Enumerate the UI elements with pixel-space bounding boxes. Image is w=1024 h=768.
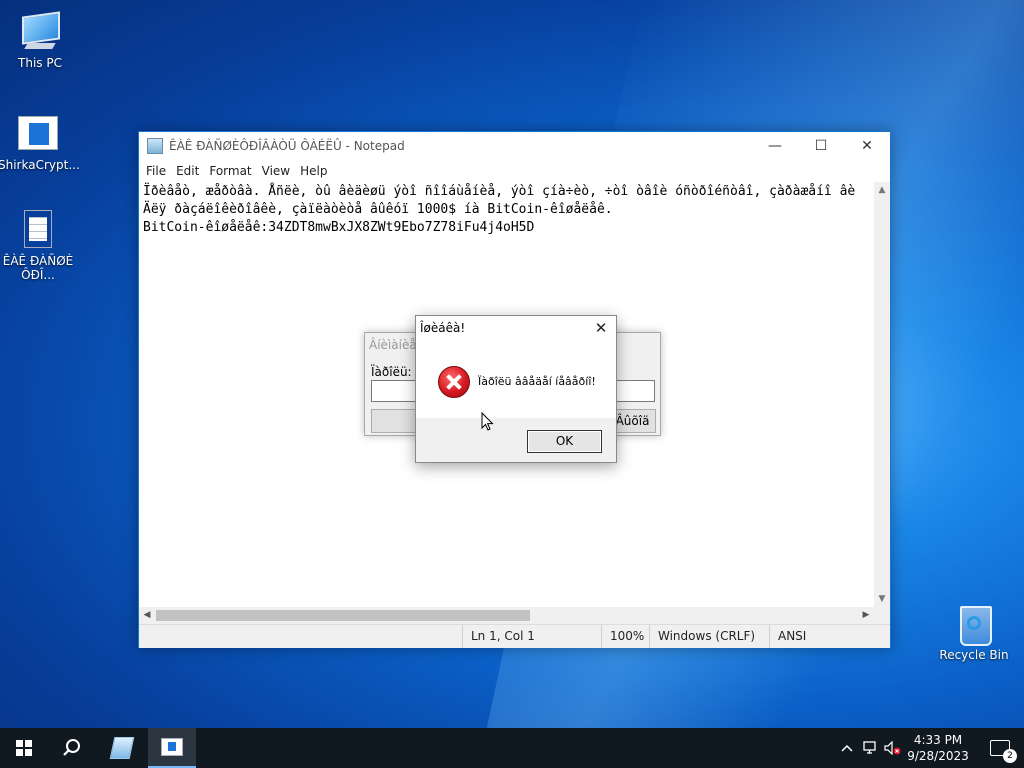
scroll-left-icon[interactable]: ◀	[139, 607, 155, 624]
password-label: Ïàðîëü:	[371, 365, 412, 379]
notification-icon: 2	[990, 740, 1017, 763]
windows-logo-icon	[16, 740, 32, 756]
window-title: ÊÀÊ ÐÀÑØÈÔÐÎÂÀÒÜ ÔÀÉËÛ - Notepad	[169, 139, 405, 153]
text-document-icon	[16, 208, 60, 252]
error-dialog-title: Îøèáêà!	[420, 321, 466, 335]
close-button[interactable]: ✕	[844, 132, 890, 160]
status-zoom: 100%	[601, 625, 651, 648]
computer-icon	[18, 10, 62, 54]
menu-view[interactable]: View	[257, 164, 295, 178]
dialog-title: Âíèìàíèå!	[369, 338, 422, 352]
notepad-icon	[109, 737, 135, 759]
application-icon	[16, 112, 60, 156]
network-status[interactable]	[860, 728, 882, 768]
recycle-bin-icon	[952, 602, 996, 646]
scroll-corner	[874, 607, 890, 624]
notification-count: 2	[1003, 749, 1017, 763]
horizontal-scrollbar[interactable]: ◀ ▶	[139, 607, 874, 624]
ok-button[interactable]: OK	[527, 430, 602, 453]
application-icon	[161, 738, 183, 756]
scroll-thumb[interactable]	[156, 610, 530, 621]
menu-file[interactable]: File	[141, 164, 171, 178]
desktop-icon-label: ShirkaCrypt...	[0, 158, 80, 172]
status-encoding: ANSI	[769, 625, 890, 648]
desktop-icon-this-pc[interactable]: This PC	[0, 10, 80, 70]
status-bar: Ln 1, Col 1 100% Windows (CRLF) ANSI	[139, 624, 890, 648]
desktop-icon-label: This PC	[18, 56, 62, 70]
desktop-icon-recycle-bin[interactable]: Recycle Bin	[934, 602, 1014, 662]
vertical-scrollbar[interactable]: ▲ ▼	[874, 182, 890, 607]
network-icon	[863, 741, 876, 754]
desktop-icon-label: Recycle Bin	[939, 648, 1009, 662]
clock-time: 4:33 PM	[913, 733, 963, 747]
close-icon[interactable]: ✕	[592, 319, 610, 337]
scroll-up-icon[interactable]: ▲	[874, 182, 890, 198]
status-position: Ln 1, Col 1	[462, 625, 602, 648]
dialog-footer: OK	[416, 418, 616, 462]
desktop-icon-text-file[interactable]: ÊÀÊ ÐÀÑØÈÔÐÎ...	[0, 208, 78, 282]
clock-date: 9/28/2023	[907, 749, 969, 763]
maximize-button[interactable]: ☐	[798, 132, 844, 160]
taskbar-shirkacrypt[interactable]	[148, 728, 196, 768]
scroll-down-icon[interactable]: ▼	[874, 591, 890, 607]
error-message: Ïàðîëü ââåäåí íåâåðíî!	[478, 375, 596, 388]
error-dialog: Îøèáêà! ✕ Ïàðîëü ââåäåí íåâåðíî! OK	[415, 315, 617, 463]
mouse-cursor-icon	[481, 412, 494, 431]
scroll-right-icon[interactable]: ▶	[858, 607, 874, 624]
show-hidden-icons[interactable]	[836, 728, 858, 768]
status-line-ending: Windows (CRLF)	[649, 625, 769, 648]
title-bar[interactable]: ÊÀÊ ÐÀÑØÈÔÐÎÂÀÒÜ ÔÀÉËÛ - Notepad — ☐ ✕	[139, 132, 890, 160]
taskbar: 4:33 PM 9/28/2023 2	[0, 728, 1024, 768]
menu-help[interactable]: Help	[295, 164, 332, 178]
action-center-button[interactable]: 2	[980, 728, 1020, 768]
menu-edit[interactable]: Edit	[171, 164, 204, 178]
search-button[interactable]	[48, 728, 96, 768]
clock[interactable]: 4:33 PM 9/28/2023	[896, 728, 980, 768]
minimize-button[interactable]: —	[752, 132, 798, 160]
menu-bar: File Edit Format View Help	[139, 160, 890, 182]
taskbar-notepad[interactable]	[98, 728, 146, 768]
menu-format[interactable]: Format	[204, 164, 256, 178]
search-icon	[63, 739, 80, 756]
error-icon	[438, 366, 470, 398]
start-button[interactable]	[0, 728, 48, 768]
desktop-icon-shirkacrypt[interactable]: ShirkaCrypt...	[0, 112, 80, 172]
notepad-icon	[147, 138, 163, 154]
chevron-up-icon	[841, 744, 853, 752]
desktop-icon-label: ÊÀÊ ÐÀÑØÈÔÐÎ...	[2, 254, 74, 282]
